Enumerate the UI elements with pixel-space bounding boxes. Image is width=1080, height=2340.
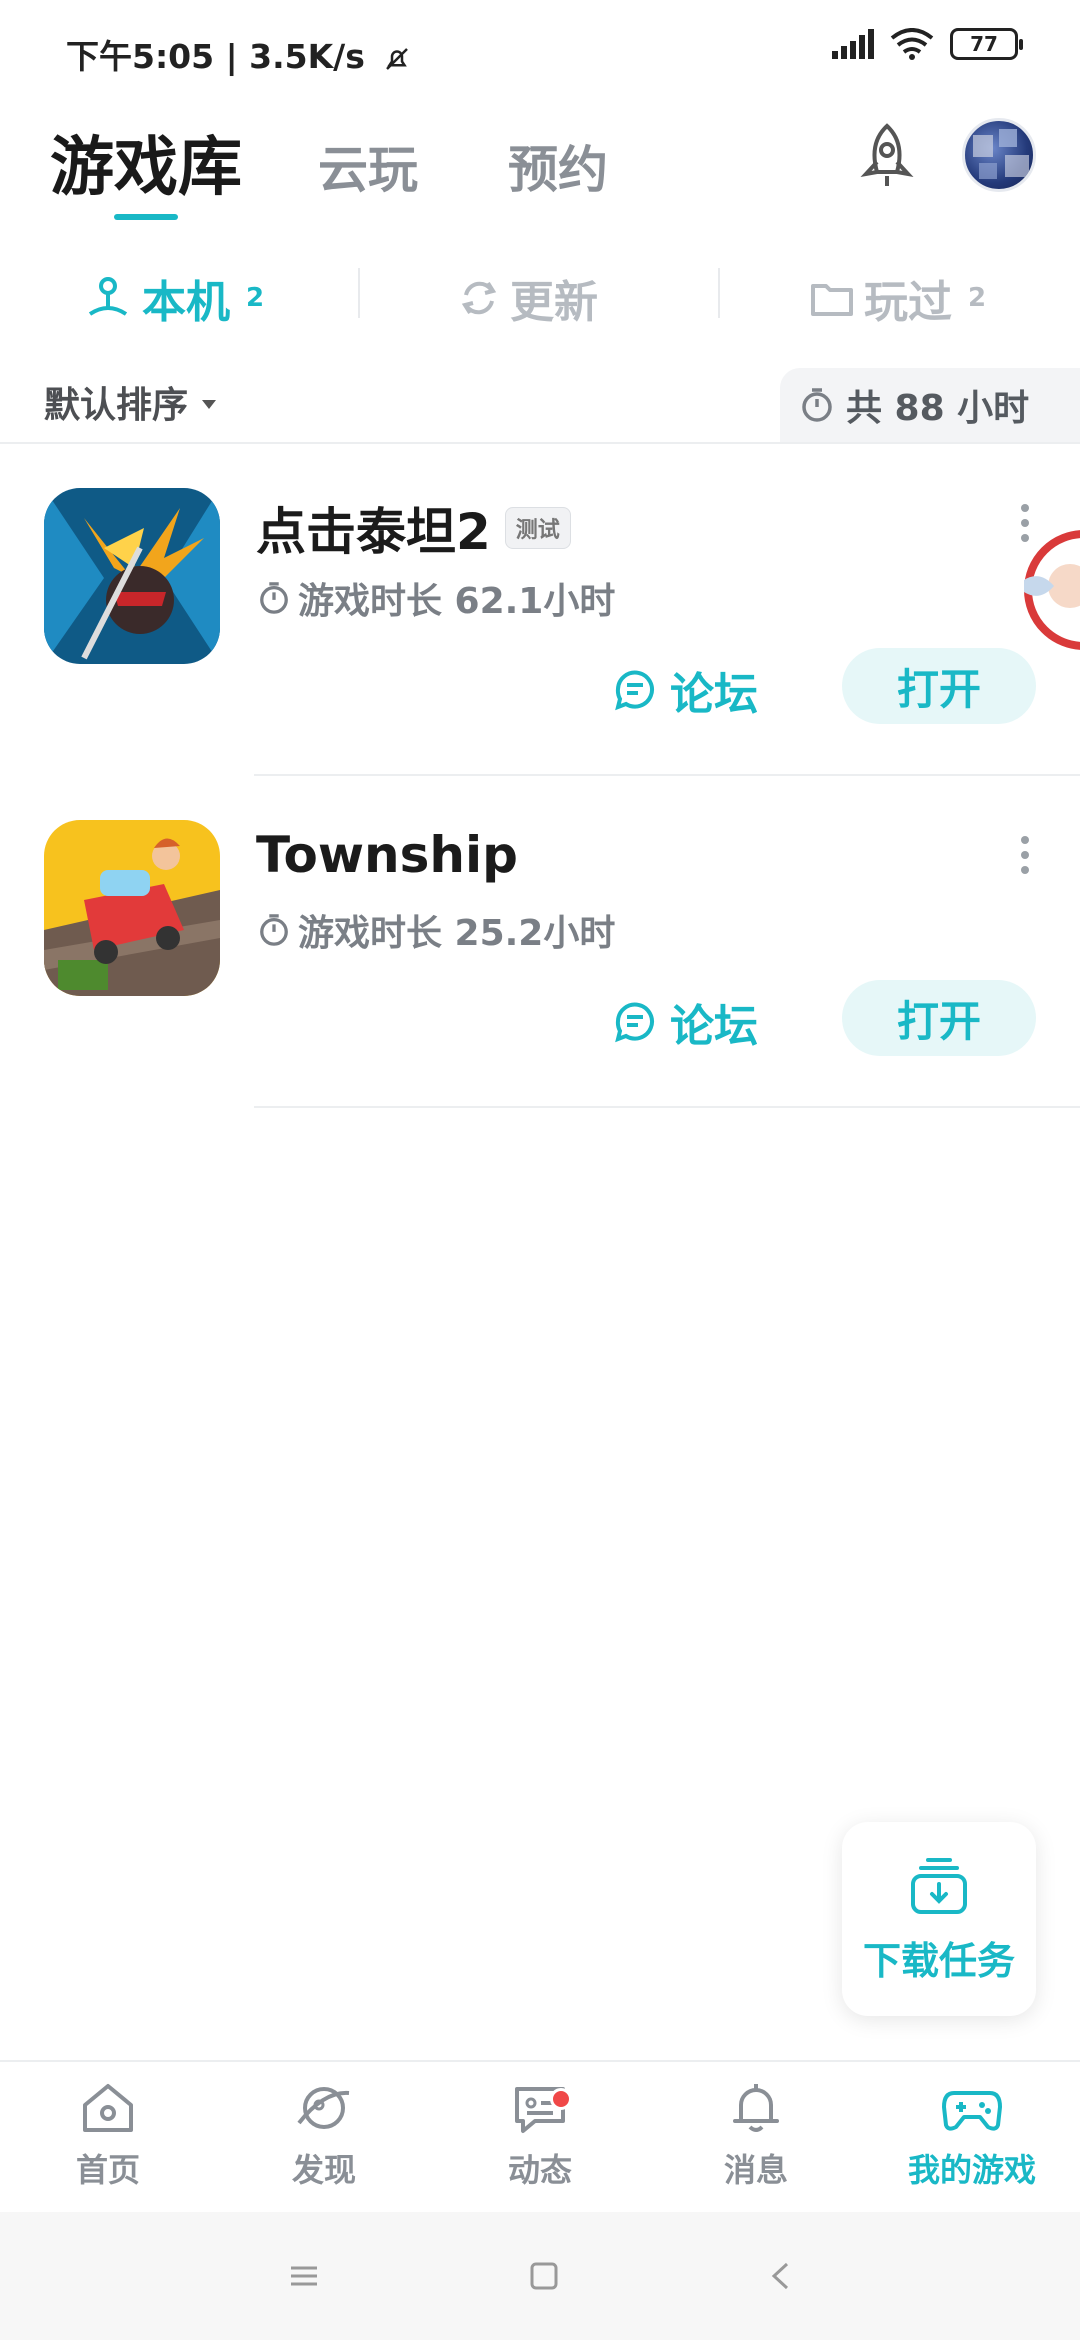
subtab-divider	[358, 268, 360, 318]
subtab-local-count: 2	[246, 283, 265, 313]
forum-label: 论坛	[670, 1001, 758, 1052]
nav-discover[interactable]: 发现	[216, 2062, 432, 2210]
game-playtime: 游戏时长 62.1小时	[258, 572, 615, 624]
list-divider	[254, 1106, 1080, 1108]
tab-cloud-play[interactable]: 云玩	[318, 130, 418, 202]
subtab-divider	[718, 268, 720, 318]
game-playtime-text: 游戏时长 62.1小时	[298, 581, 616, 622]
list-divider	[254, 774, 1080, 776]
refresh-icon	[461, 281, 497, 315]
forum-label: 论坛	[670, 669, 758, 720]
game-icon-tap-titans[interactable]	[44, 488, 220, 664]
mute-bell-icon	[386, 47, 409, 70]
home-square-icon[interactable]	[529, 2261, 559, 2291]
open-game-button[interactable]: 打开	[842, 648, 1036, 724]
tab-reservations[interactable]: 预约	[508, 130, 608, 202]
wifi-icon	[890, 28, 934, 60]
nav-feed[interactable]: 动态	[432, 2062, 648, 2210]
system-navigation-bar	[0, 2212, 1080, 2340]
nav-home[interactable]: 首页	[0, 2062, 216, 2210]
battery-level: 77	[970, 32, 998, 56]
signal-icon	[832, 29, 874, 59]
chat-icon	[615, 670, 654, 711]
gamepad-icon	[942, 2091, 1002, 2131]
status-icons: 77	[832, 28, 1023, 60]
forum-button[interactable]: 论坛	[612, 658, 758, 722]
nav-home-label: 首页	[75, 2151, 140, 2189]
status-time-text: 下午5:05 | 3.5K/s	[66, 37, 365, 76]
nav-my-games[interactable]: 我的游戏	[864, 2062, 1080, 2210]
stopwatch-icon	[260, 582, 288, 614]
nav-messages[interactable]: 消息	[648, 2062, 864, 2210]
avatar-image	[973, 129, 1029, 179]
total-playtime-text: 共 88 小时	[846, 388, 1030, 429]
stopwatch-icon	[802, 388, 832, 422]
nav-my-games-label: 我的游戏	[907, 2151, 1036, 2189]
game-title-text: 点击泰坦2	[256, 503, 491, 561]
chat-icon	[615, 1002, 654, 1043]
planet-icon	[297, 2087, 350, 2129]
subtab-local[interactable]: 本机 2	[84, 266, 264, 330]
notification-dot	[550, 2088, 572, 2110]
divider	[0, 442, 1080, 444]
total-playtime: 共 88 小时	[780, 368, 1080, 442]
game-playtime: 游戏时长 25.2小时	[258, 904, 615, 956]
home-icon	[83, 2084, 133, 2132]
game-title-text: Township	[256, 826, 518, 884]
download-tray-icon	[911, 1857, 967, 1914]
bell-icon	[733, 2084, 779, 2132]
download-task-label: 下载任务	[862, 1938, 1015, 1983]
stopwatch-icon	[260, 914, 288, 946]
subtab-local-label: 本机	[142, 277, 230, 328]
joystick-icon	[88, 277, 128, 316]
nav-feed-label: 动态	[507, 2151, 572, 2189]
back-icon[interactable]	[769, 2261, 791, 2291]
beta-badge: 测试	[504, 507, 571, 549]
subtab-played[interactable]: 玩过 2	[810, 266, 986, 330]
game-icon-township[interactable]	[44, 820, 220, 996]
subtab-played-count: 2	[968, 283, 987, 313]
menu-icon[interactable]	[289, 2264, 319, 2288]
sort-label: 默认排序	[44, 385, 189, 426]
nav-discover-label: 发现	[291, 2151, 356, 2189]
folder-icon	[811, 284, 853, 316]
subtab-updates[interactable]: 更新	[458, 266, 598, 330]
sort-dropdown[interactable]: 默认排序	[44, 376, 217, 428]
status-time: 下午5:05 | 3.5K/s	[66, 30, 412, 78]
game-artwork	[44, 488, 220, 664]
caret-down-icon	[202, 399, 217, 409]
game-artwork	[44, 820, 220, 996]
tab-game-library[interactable]: 游戏库	[50, 116, 242, 208]
rocket-icon[interactable]	[850, 120, 924, 194]
subtab-played-label: 玩过	[864, 277, 952, 328]
floating-mascot-icon[interactable]	[1010, 530, 1080, 670]
user-avatar[interactable]	[962, 118, 1036, 192]
game-playtime-text: 游戏时长 25.2小时	[298, 913, 616, 954]
game-title[interactable]: Township	[256, 826, 518, 884]
nav-messages-label: 消息	[723, 2151, 788, 2189]
battery-indicator: 77	[950, 28, 1023, 60]
game-title[interactable]: 点击泰坦2 测试	[256, 492, 571, 564]
download-task-button[interactable]: 下载任务	[842, 1822, 1036, 2016]
open-game-button[interactable]: 打开	[842, 980, 1036, 1056]
active-tab-indicator	[114, 214, 178, 220]
forum-button[interactable]: 论坛	[612, 990, 758, 1054]
more-options-icon[interactable]	[1020, 836, 1030, 874]
subtab-updates-label: 更新	[510, 277, 598, 328]
bottom-navigation: 首页 发现 动态 消息 我的游戏	[0, 2060, 1080, 2210]
